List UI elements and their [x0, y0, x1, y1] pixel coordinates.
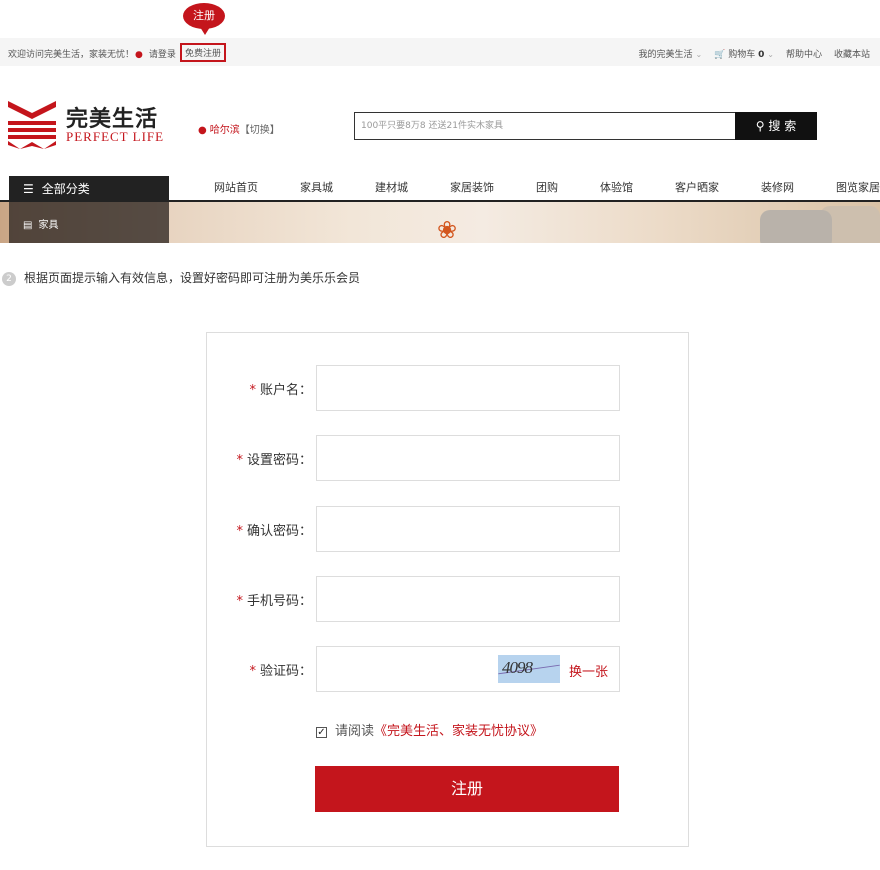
phone-row: * 手机号码：: [207, 576, 690, 622]
username-row: * 账户名：: [207, 365, 690, 411]
step-text: 根据页面提示输入有效信息，设置好密码即可注册为美乐乐会员: [24, 271, 361, 285]
captcha-label: * 验证码：: [249, 664, 312, 679]
city-switch[interactable]: 【切换】: [240, 125, 280, 136]
location-pin-icon: ●: [198, 125, 207, 136]
register-tooltip: 注册: [183, 3, 225, 35]
confirm-password-label: * 确认密码：: [236, 524, 312, 539]
username-label: * 账户名：: [249, 383, 312, 398]
password-label: * 设置密码：: [236, 453, 312, 468]
favorite-link[interactable]: 收藏本站: [834, 47, 870, 60]
password-field[interactable]: [316, 435, 620, 481]
main-nav: 网站首页 家具城 建材城 家居装饰 团购 体验馆 客户晒家 装修网 图览家居: [214, 179, 880, 195]
captcha-row: * 验证码： 4098 换一张: [207, 646, 690, 692]
login-link[interactable]: ● 请登录: [135, 47, 176, 60]
chevron-down-icon: ⌄: [767, 50, 774, 59]
site-logo[interactable]: 完美生活 PERFECT LIFE: [8, 99, 173, 151]
search-bar: ⚲ 搜 索: [354, 112, 817, 140]
agreement-row: ✓ 请阅读《完美生活、家装无忧协议》: [316, 720, 543, 739]
agree-checkbox[interactable]: ✓: [316, 727, 327, 738]
phone-label: * 手机号码：: [236, 594, 312, 609]
agreement-link[interactable]: 《完美生活、家装无忧协议》: [374, 724, 543, 739]
top-bar-right: 我的完美生活 ⌄ 🛒 购物车 0 ⌄ 帮助中心 收藏本站: [639, 47, 870, 60]
step-number: 2: [2, 272, 16, 286]
welcome-text: 欢迎访问完美生活，家装无忧！: [8, 50, 135, 60]
logo-text-en: PERFECT LIFE: [66, 129, 165, 144]
furniture-icon: ▤: [23, 220, 33, 231]
menu-icon: ☰: [23, 182, 34, 196]
nav-furniture-mall[interactable]: 家具城: [300, 179, 333, 195]
captcha-image[interactable]: 4098: [498, 655, 560, 683]
chevron-down-icon: ⌄: [695, 50, 703, 59]
nav-building-materials[interactable]: 建材城: [375, 179, 408, 195]
username-field[interactable]: [316, 365, 620, 411]
change-captcha-link[interactable]: 换一张: [569, 661, 608, 680]
category-item-furniture[interactable]: ▤ 家具: [23, 216, 58, 231]
search-button[interactable]: ⚲ 搜 索: [735, 112, 817, 140]
nav-renovation[interactable]: 装修网: [761, 179, 794, 195]
all-categories-button[interactable]: ☰ 全部分类: [9, 176, 169, 202]
butterfly-image: ❀: [437, 216, 458, 243]
logo-mark-icon: [8, 101, 56, 149]
phone-field[interactable]: [316, 576, 620, 622]
cart-icon: 🛒: [714, 50, 726, 60]
nav-group-buy[interactable]: 团购: [536, 179, 558, 195]
step-instruction: 2 根据页面提示输入有效信息，设置好密码即可注册为美乐乐会员: [2, 269, 360, 286]
confirm-password-field[interactable]: [316, 506, 620, 552]
city-name: 哈尔滨: [209, 125, 240, 136]
top-bar: 欢迎访问完美生活，家装无忧！ ● 请登录 免费注册 我的完美生活 ⌄ 🛒 购物车 …: [0, 38, 880, 66]
category-panel: ▤ 家具: [9, 202, 169, 243]
confirm-password-row: * 确认密码：: [207, 506, 690, 552]
pillow-image: [760, 210, 832, 243]
password-row: * 设置密码：: [207, 435, 690, 481]
register-link[interactable]: 免费注册: [180, 43, 227, 62]
nav-home[interactable]: 网站首页: [214, 179, 258, 195]
nav-gallery[interactable]: 图览家居: [836, 179, 880, 195]
cart-link[interactable]: 🛒 购物车 0 ⌄: [714, 47, 774, 60]
user-icon: ●: [135, 50, 143, 60]
city-selector[interactable]: ● 哈尔滨【切换】: [198, 121, 280, 136]
cart-count: 0: [758, 50, 765, 60]
nav-home-decor[interactable]: 家居装饰: [450, 179, 494, 195]
help-link[interactable]: 帮助中心: [786, 47, 822, 60]
search-input[interactable]: [354, 112, 736, 140]
agree-prefix: 请阅读: [335, 724, 375, 739]
search-icon: ⚲: [755, 119, 765, 133]
nav-customer-homes[interactable]: 客户晒家: [675, 179, 719, 195]
my-account-menu[interactable]: 我的完美生活 ⌄: [639, 47, 703, 60]
nav-experience-hall[interactable]: 体验馆: [600, 179, 633, 195]
register-submit-button[interactable]: 注册: [315, 766, 619, 812]
